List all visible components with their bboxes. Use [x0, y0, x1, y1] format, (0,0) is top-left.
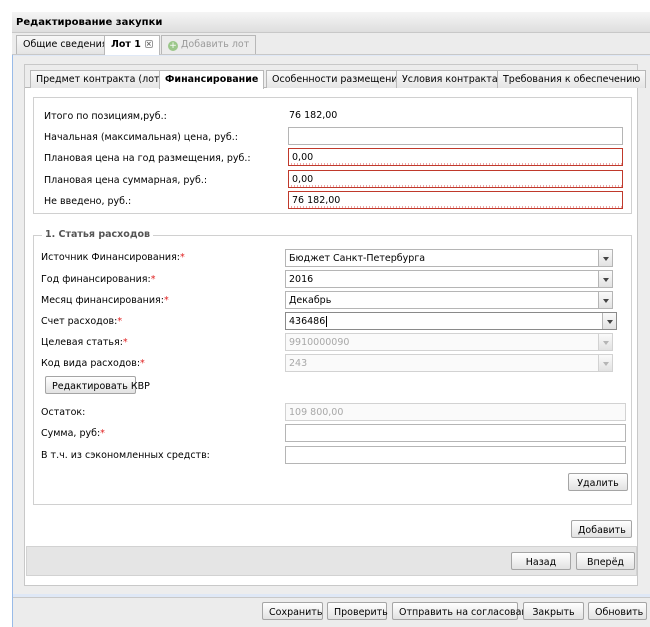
sum-label: Сумма, руб:*	[41, 428, 105, 439]
chevron-down-icon[interactable]	[598, 250, 612, 266]
chevron-down-icon[interactable]	[598, 271, 612, 287]
plus-circle-icon: +	[168, 41, 178, 51]
edit-kvr-button[interactable]: Редактировать КВР	[45, 376, 150, 394]
expense-kind-select[interactable]: 243	[285, 354, 613, 372]
tab-contract-terms[interactable]: Условия контракта	[396, 70, 504, 88]
planned-total-input[interactable]: 0,00	[288, 170, 623, 188]
tab-contract-subject[interactable]: Предмет контракта (лота)	[30, 70, 176, 88]
tab-placement-features[interactable]: Особенности размещения	[266, 70, 410, 88]
saved-funds-label: В т.ч. из сэкономленных средств:	[41, 450, 210, 461]
tab-lot-1[interactable]: Лот 1 ×	[104, 35, 160, 55]
required-mark: *	[100, 428, 105, 439]
not-entered-input[interactable]: 76 182,00	[288, 191, 623, 209]
required-mark: *	[122, 337, 128, 348]
expense-item-legend: 1. Статья расходов	[42, 229, 154, 240]
funding-year-select[interactable]: 2016	[285, 270, 613, 288]
top-tab-strip: Общие сведения Лот 1 × + Добавить лот	[12, 33, 650, 55]
tab-financing[interactable]: Финансирование	[159, 70, 265, 89]
required-mark: *	[163, 295, 169, 306]
required-mark: *	[180, 252, 185, 263]
required-mark: *	[117, 316, 123, 327]
funding-month-label: Месяц финансирования:*	[41, 295, 169, 306]
expense-account-label: Счет расходов:*	[41, 316, 123, 327]
save-button[interactable]: Сохранить	[262, 602, 323, 620]
saved-funds-input[interactable]	[285, 446, 626, 464]
planned-total-label: Плановая цена суммарная, руб.:	[44, 175, 208, 186]
chevron-down-icon[interactable]	[598, 355, 612, 371]
delete-expense-button[interactable]: Удалить	[568, 473, 628, 491]
planned-year-input[interactable]: 0,00	[288, 148, 623, 166]
planned-year-label: Плановая цена на год размещения, руб.:	[44, 153, 251, 164]
window-title: Редактирование закупки	[12, 12, 650, 33]
target-article-select[interactable]: 9910000090	[285, 333, 613, 351]
add-expense-button[interactable]: Добавить	[571, 520, 632, 538]
funding-source-select[interactable]: Бюджет Санкт-Петербурга	[285, 249, 613, 267]
close-icon[interactable]: ×	[144, 40, 153, 48]
expense-account-combo[interactable]: 436486	[285, 312, 617, 330]
remainder-input[interactable]: 109 800,00	[285, 403, 626, 421]
add-lot-button[interactable]: + Добавить лот	[161, 35, 257, 54]
required-mark: *	[150, 274, 156, 285]
chevron-down-icon[interactable]	[598, 292, 612, 308]
sum-input[interactable]	[285, 424, 626, 442]
tab-general[interactable]: Общие сведения	[16, 35, 115, 54]
chevron-down-icon[interactable]	[598, 334, 612, 350]
chevron-down-icon[interactable]	[602, 313, 616, 329]
sub-tab-strip: Предмет контракта (лота) Финансирование …	[25, 65, 647, 89]
initial-price-label: Начальная (максимальная) цена, руб.:	[44, 132, 238, 143]
required-mark: *	[140, 358, 145, 369]
expense-kind-label: Код вида расходов:*	[41, 358, 145, 369]
refresh-button[interactable]: Обновить	[588, 602, 647, 620]
funding-month-select[interactable]: Декабрь	[285, 291, 613, 309]
target-article-label: Целевая статья:*	[41, 337, 128, 348]
initial-price-input[interactable]	[288, 127, 623, 145]
total-label: Итого по позициям,руб.:	[44, 111, 167, 122]
back-button[interactable]: Назад	[511, 552, 571, 570]
send-for-approval-button[interactable]: Отправить на согласование	[392, 602, 540, 620]
text-cursor	[326, 316, 328, 327]
remainder-label: Остаток:	[41, 407, 86, 418]
check-button[interactable]: Проверить	[327, 602, 388, 620]
funding-year-label: Год финансирования:*	[41, 274, 156, 285]
funding-source-label: Источник Финансирования:*	[41, 252, 185, 263]
forward-button[interactable]: Вперёд	[576, 552, 635, 570]
total-value: 76 182,00	[289, 110, 338, 121]
close-button[interactable]: Закрыть	[523, 602, 584, 620]
tab-security-requirements[interactable]: Требования к обеспечению	[497, 70, 647, 88]
not-entered-label: Не введено, руб.:	[44, 196, 132, 207]
